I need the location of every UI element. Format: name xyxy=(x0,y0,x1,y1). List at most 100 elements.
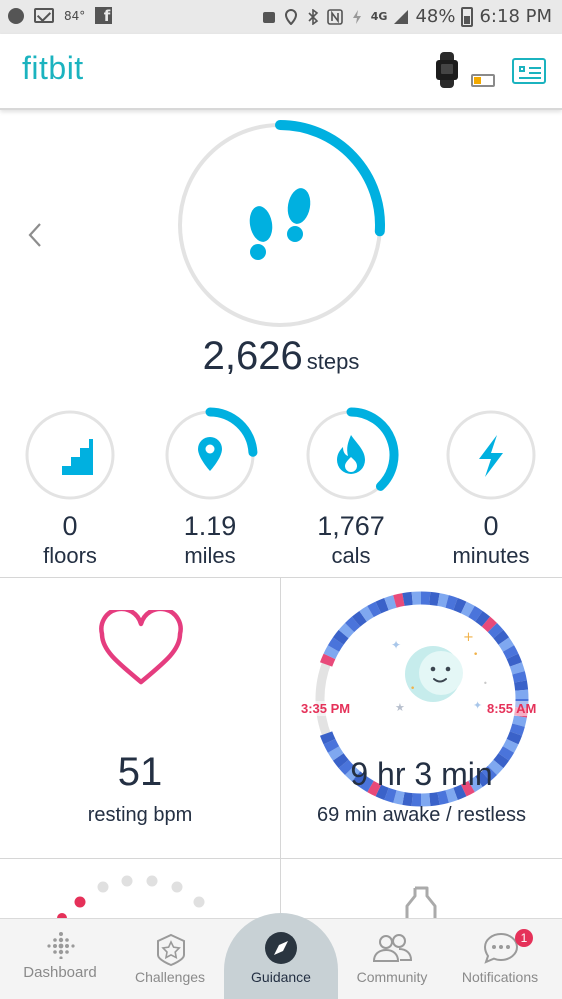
sleep-stage-segment xyxy=(323,645,340,660)
svg-text:•: • xyxy=(473,650,478,660)
sleep-start-time: 3:35 PM xyxy=(301,701,351,716)
account-card-button[interactable] xyxy=(512,58,546,84)
footsteps-icon xyxy=(249,188,311,260)
fitbit-dashboard-screen: 84° f 4G 48% 6:18 PM fitbit 2,626 steps … xyxy=(0,0,562,999)
cals-label: cals xyxy=(331,543,371,568)
sleep-stage-segment xyxy=(338,622,355,639)
sleep-stage-segment xyxy=(481,616,498,633)
svg-text:•: • xyxy=(483,679,488,688)
lightning-icon xyxy=(479,435,503,477)
sleep-stage-segment xyxy=(393,790,405,805)
sleep-stage-segment xyxy=(475,610,491,627)
star-badge-icon xyxy=(157,933,185,967)
people-icon xyxy=(372,934,413,962)
sleep-stage-segment xyxy=(437,790,449,805)
heart-rate-tile[interactable]: 51 resting bpm xyxy=(0,578,280,858)
sleep-stage-segment xyxy=(327,637,344,652)
sleep-stage-segment xyxy=(319,653,336,667)
battery-icon xyxy=(461,6,474,27)
resting-heart-rate-value: 51 xyxy=(117,750,163,794)
nav-notifications-label: Notifications xyxy=(461,969,539,985)
sleep-stage-segment xyxy=(498,637,515,652)
sleep-stage-segment xyxy=(460,601,475,618)
sleep-stage-segment xyxy=(514,680,529,691)
steps-progress-ring[interactable] xyxy=(175,120,385,330)
status-bar: 84° f 4G 48% 6:18 PM xyxy=(0,0,562,34)
previous-day-chevron-icon[interactable] xyxy=(26,222,46,248)
sleep-tile[interactable]: ✦ + • • ★ ✦ • 3:35 PM 8:55 AM 9 hr 3 min… xyxy=(281,578,562,858)
sleep-stage-segment xyxy=(402,591,413,606)
compass-icon xyxy=(265,932,297,964)
sleep-stage-segment xyxy=(323,738,340,753)
sleep-stage-segment xyxy=(319,731,336,745)
cals-ring xyxy=(306,407,399,500)
sleep-stage-segment xyxy=(506,731,523,745)
stat-cals[interactable]: 1,767 cals xyxy=(301,407,401,571)
minutes-label: minutes xyxy=(452,543,530,568)
sleep-duration: 9 hr 3 min xyxy=(350,756,493,792)
miles-ring xyxy=(165,407,258,500)
notification-count-badge: 1 xyxy=(515,929,533,947)
sleep-stage-segment xyxy=(493,629,510,645)
sleep-stage-segment xyxy=(445,787,458,803)
nav-guidance[interactable]: Guidance xyxy=(225,919,337,999)
svg-text:✦: ✦ xyxy=(391,638,401,652)
sleep-stage-segment xyxy=(429,792,440,807)
sleep-stage-segment xyxy=(437,593,449,608)
temperature-text: 84° xyxy=(64,8,86,23)
nav-community[interactable]: Community xyxy=(336,919,448,999)
resting-heart-rate-label: resting bpm xyxy=(87,804,193,826)
stat-miles[interactable]: 1.19 miles xyxy=(160,407,260,571)
stairs-icon xyxy=(52,439,93,475)
sleep-stage-segment xyxy=(468,605,483,622)
hourly-activity-dots[interactable] xyxy=(50,870,220,918)
svg-text:★: ★ xyxy=(395,701,405,714)
recycle-icon xyxy=(262,11,275,23)
sync-icon xyxy=(8,7,24,24)
location-icon xyxy=(284,8,297,25)
steps-count[interactable]: 2,626 steps xyxy=(0,334,562,379)
fitbit-logo: fitbit xyxy=(22,50,84,86)
nav-dashboard[interactable]: Dashboard xyxy=(4,919,116,999)
nav-guidance-label: Guidance xyxy=(251,969,311,985)
svg-text:✦: ✦ xyxy=(473,699,482,712)
location-pin-icon xyxy=(198,437,222,471)
stat-minutes[interactable]: 0 minutes xyxy=(441,407,541,571)
network-type-text: 4G xyxy=(370,10,388,23)
tiles-middle-divider xyxy=(0,858,562,859)
sleep-end-time: 8:55 AM xyxy=(487,701,537,716)
heart-icon xyxy=(99,610,183,685)
nav-community-label: Community xyxy=(356,969,428,985)
sleep-stage-segment xyxy=(367,601,382,618)
nav-notifications[interactable]: 1 Notifications xyxy=(444,919,556,999)
sleep-stage-segment xyxy=(453,597,467,614)
steps-value: 2,626 xyxy=(202,334,303,378)
sleep-stage-segment xyxy=(344,616,361,633)
sleep-stage-segment xyxy=(332,629,349,645)
sleep-stage-segment xyxy=(384,787,397,803)
sleep-stage-segment xyxy=(429,591,440,606)
sleep-stage-segment xyxy=(445,595,458,611)
sleep-stage-segment xyxy=(359,605,374,622)
sleep-stage-segment xyxy=(502,738,519,753)
sleep-stage-segment xyxy=(506,653,523,667)
facebook-icon: f xyxy=(95,7,113,25)
chat-bubble-icon xyxy=(483,932,519,964)
floors-label: floors xyxy=(43,543,97,568)
water-bottle-icon[interactable] xyxy=(398,886,444,920)
tracker-device-icon[interactable] xyxy=(432,52,462,88)
sleep-stage-segment xyxy=(509,662,525,675)
sleep-stage-segment xyxy=(351,610,367,627)
bottom-navigation: Dashboard Challenges Guidance Community … xyxy=(0,913,562,999)
miles-label: miles xyxy=(184,543,236,568)
mail-icon xyxy=(34,8,54,23)
nav-challenges[interactable]: Challenges xyxy=(114,919,226,999)
svg-text:+: + xyxy=(463,630,474,645)
stat-floors[interactable]: 0 floors xyxy=(20,407,120,571)
sleep-stage-segment xyxy=(502,645,519,660)
sleep-stage-segment xyxy=(384,595,397,611)
nfc-icon xyxy=(326,8,343,25)
sleep-stage-segment xyxy=(512,671,527,683)
svg-text:•: • xyxy=(410,684,415,694)
signal-icon xyxy=(394,9,409,24)
